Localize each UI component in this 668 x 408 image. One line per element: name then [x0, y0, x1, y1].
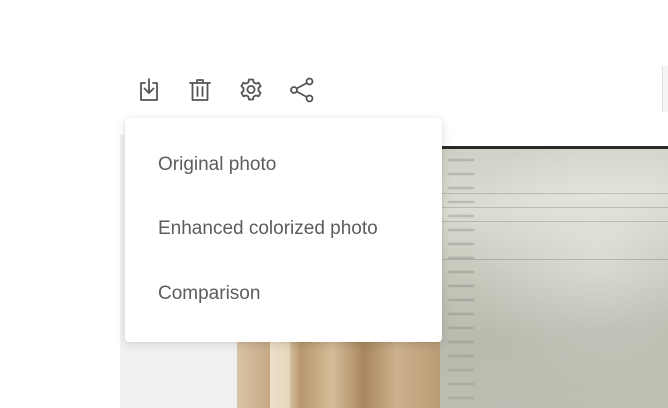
gear-icon: [240, 78, 262, 101]
main-photo[interactable]: [440, 146, 668, 408]
delete-button[interactable]: [185, 72, 215, 108]
download-button[interactable]: [134, 72, 164, 108]
menu-item-comparison[interactable]: Comparison: [125, 274, 442, 314]
photo-toolbar: [134, 72, 317, 108]
share-button[interactable]: [287, 72, 317, 108]
settings-button[interactable]: [236, 72, 266, 108]
share-icon: [290, 77, 314, 103]
photo-viewer: Original photo Enhanced colorized photo …: [0, 0, 668, 408]
trash-icon: [189, 79, 211, 101]
download-options-menu: Original photo Enhanced colorized photo …: [125, 118, 442, 342]
edge-panel: [662, 66, 668, 112]
menu-item-original-photo[interactable]: Original photo: [125, 145, 442, 185]
download-icon: [140, 78, 158, 101]
menu-item-enhanced-colorized-photo[interactable]: Enhanced colorized photo: [125, 209, 442, 249]
